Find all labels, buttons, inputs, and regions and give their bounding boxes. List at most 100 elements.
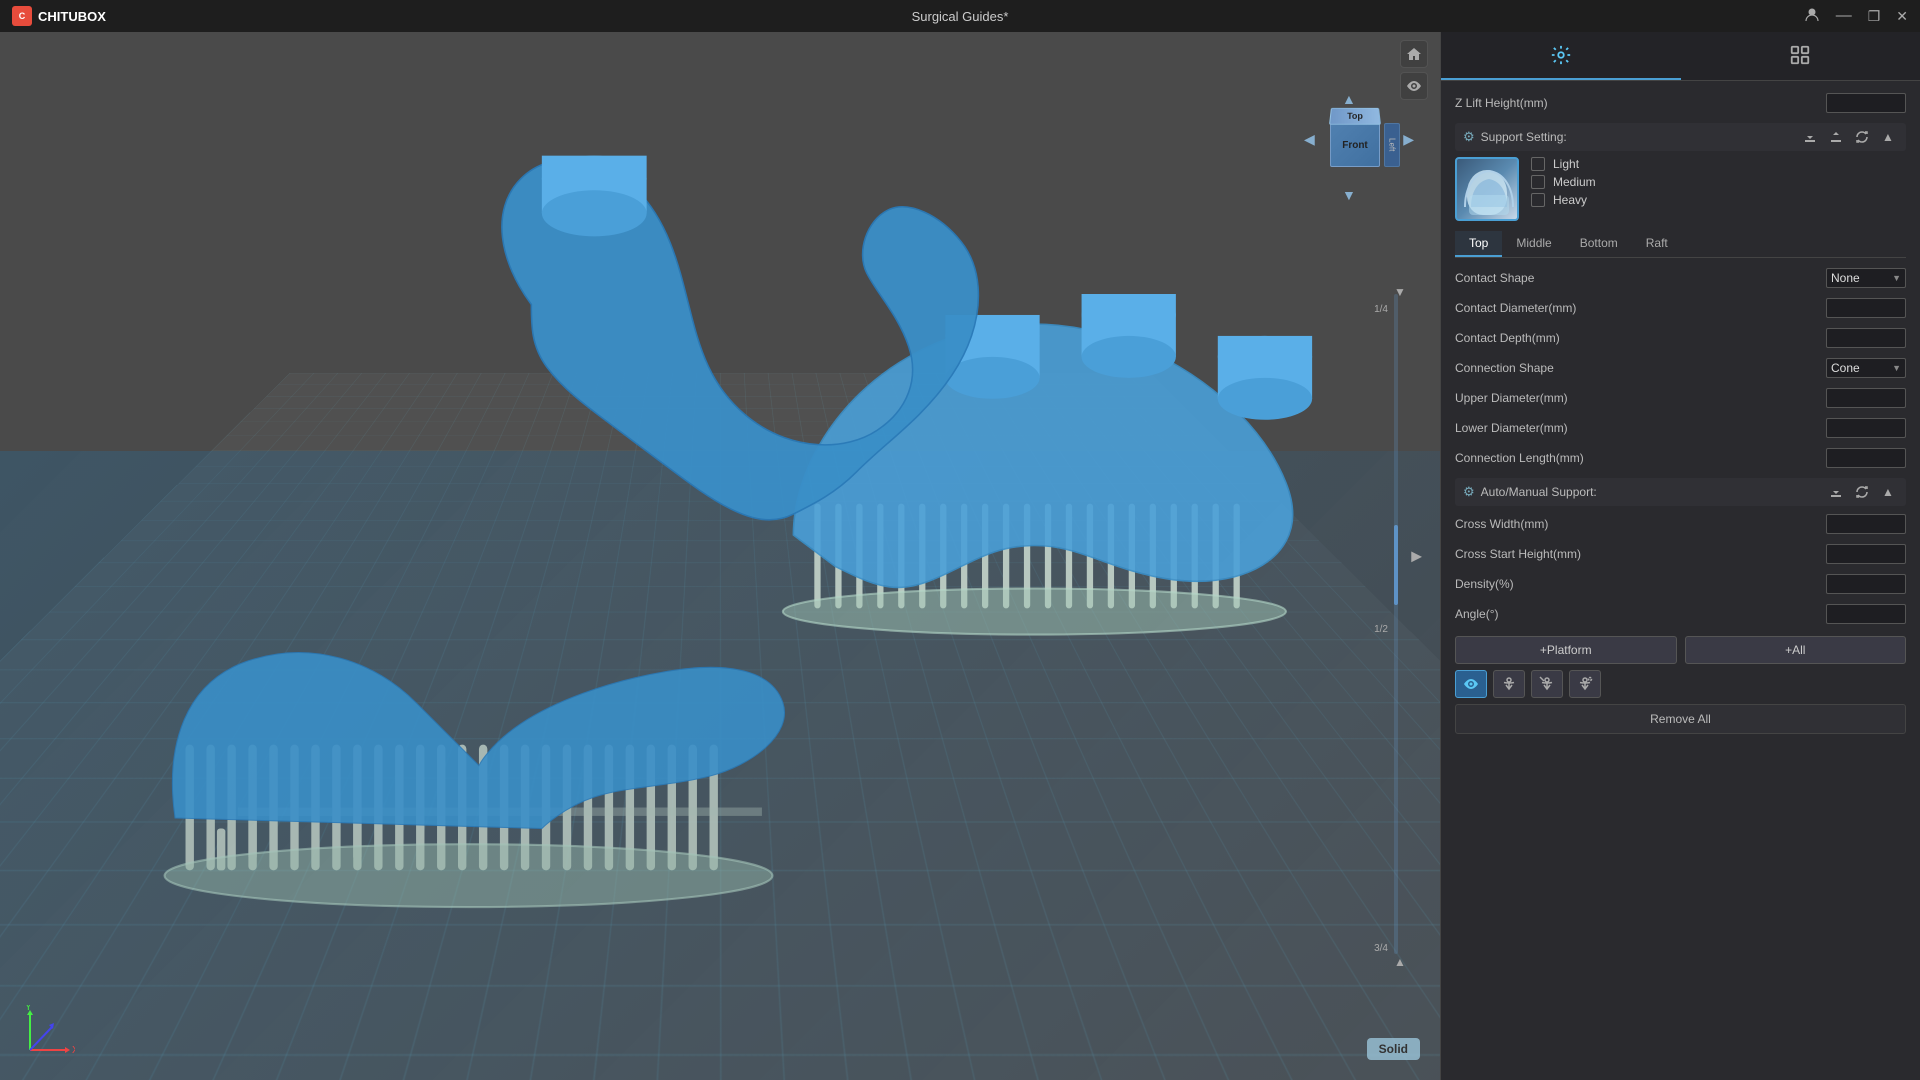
dental-model-svg xyxy=(0,32,1440,1080)
cross-start-height-input-box[interactable]: ▲▼ xyxy=(1826,544,1906,564)
auto-manual-icon: ⚙ xyxy=(1463,484,1475,500)
auto-manual-header[interactable]: ⚙ Auto/Manual Support: xyxy=(1455,478,1906,506)
contact-depth-input-box[interactable]: ▲▼ xyxy=(1826,328,1906,348)
nav-cube-left-label: Left xyxy=(1388,138,1397,151)
cross-start-height-row: Cross Start Height(mm) ▲▼ xyxy=(1455,542,1906,566)
auto-manual-import-btn[interactable] xyxy=(1826,482,1846,502)
vertical-scrollbar[interactable] xyxy=(1392,294,1400,954)
contact-depth-label: Contact Depth(mm) xyxy=(1455,331,1826,345)
view-toggle-btn[interactable] xyxy=(1455,670,1487,698)
angle-input[interactable] xyxy=(1827,605,1920,623)
close-button[interactable]: ✕ xyxy=(1896,8,1908,25)
angle-input-box[interactable]: ▲▼ xyxy=(1826,604,1906,624)
app-logo: C CHITUBOX xyxy=(12,6,106,26)
upper-diameter-label: Upper Diameter(mm) xyxy=(1455,391,1826,405)
connection-length-input-box[interactable]: ▲▼ xyxy=(1826,448,1906,468)
light-preset-row: Light xyxy=(1531,157,1596,171)
contact-shape-value: None xyxy=(1831,271,1860,285)
anchor2-btn[interactable] xyxy=(1531,670,1563,698)
cross-width-input-box[interactable]: ▲▼ xyxy=(1826,514,1906,534)
connection-length-input[interactable] xyxy=(1827,449,1920,467)
lower-diameter-row: Lower Diameter(mm) ▲▼ xyxy=(1455,416,1906,440)
panel-header-tabs xyxy=(1441,32,1920,81)
density-row: Density(%) ▲▼ xyxy=(1455,572,1906,596)
heavy-checkbox[interactable] xyxy=(1531,193,1545,207)
medium-preset-row: Medium xyxy=(1531,175,1596,189)
tab-middle[interactable]: Middle xyxy=(1502,231,1565,257)
support-refresh-btn[interactable] xyxy=(1852,127,1872,147)
scroll-marker-2: 1/2 xyxy=(1374,624,1388,635)
auto-manual-collapse-btn[interactable]: ▲ xyxy=(1878,482,1898,502)
contact-shape-label: Contact Shape xyxy=(1455,271,1826,285)
support-setting-icon: ⚙ xyxy=(1463,129,1475,145)
nav-cube[interactable]: Front Top Left ▲ ▼ ◀ ▶ xyxy=(1310,87,1410,207)
window-title: Surgical Guides* xyxy=(912,9,1009,24)
light-checkbox[interactable] xyxy=(1531,157,1545,171)
all-button[interactable]: +All xyxy=(1685,636,1907,664)
minimize-button[interactable]: — xyxy=(1836,8,1852,24)
nav-cube-arrow-left[interactable]: ◀ xyxy=(1304,131,1315,148)
contact-diameter-input[interactable] xyxy=(1827,299,1920,317)
anchor3-btn[interactable] xyxy=(1569,670,1601,698)
cross-width-input[interactable] xyxy=(1827,515,1920,533)
restore-button[interactable]: ❐ xyxy=(1868,8,1881,25)
connection-shape-label: Connection Shape xyxy=(1455,361,1826,375)
upper-diameter-input[interactable] xyxy=(1827,389,1920,407)
scroll-expand-top[interactable]: ▼ xyxy=(1390,284,1410,300)
user-icon[interactable] xyxy=(1804,7,1820,26)
preset-area: Light Medium Heavy xyxy=(1455,157,1906,221)
secondary-tabs: Top Middle Bottom Raft xyxy=(1455,231,1906,258)
connection-shape-arrow: ▼ xyxy=(1892,363,1901,373)
platform-button[interactable]: +Platform xyxy=(1455,636,1677,664)
preset-thumbnail[interactable] xyxy=(1455,157,1519,221)
support-import-btn[interactable] xyxy=(1800,127,1820,147)
contact-diameter-label: Contact Diameter(mm) xyxy=(1455,301,1826,315)
preset-checkboxes: Light Medium Heavy xyxy=(1531,157,1596,211)
connection-shape-dropdown[interactable]: Cone ▼ xyxy=(1826,358,1906,378)
support-collapse-btn[interactable]: ▲ xyxy=(1878,127,1898,147)
nav-cube-front-label: Front xyxy=(1342,140,1368,151)
contact-shape-dropdown[interactable]: None ▼ xyxy=(1826,268,1906,288)
scroll-markers: 1/4 1/2 3/4 xyxy=(1374,304,1388,954)
medium-checkbox[interactable] xyxy=(1531,175,1545,189)
viewport[interactable]: Front Top Left ▲ ▼ ◀ ▶ Solid xyxy=(0,32,1440,1080)
lower-diameter-input-box[interactable]: ▲▼ xyxy=(1826,418,1906,438)
side-expand-button[interactable]: ▶ xyxy=(1411,548,1422,565)
auto-manual-refresh-btn[interactable] xyxy=(1852,482,1872,502)
heavy-preset-row: Heavy xyxy=(1531,193,1596,207)
app-name: CHITUBOX xyxy=(38,9,106,24)
nav-cube-arrow-down[interactable]: ▼ xyxy=(1342,187,1356,203)
remove-all-button[interactable]: Remove All xyxy=(1455,704,1906,734)
cross-start-height-input[interactable] xyxy=(1827,545,1920,563)
right-panel: Z Lift Height(mm) ▲ ▼ ⚙ Support Setting: xyxy=(1440,32,1920,1080)
axes-indicator: X Y xyxy=(20,1005,75,1060)
z-lift-input[interactable] xyxy=(1827,94,1920,112)
tab-bottom[interactable]: Bottom xyxy=(1566,231,1632,257)
upper-diameter-input-box[interactable]: ▲▼ xyxy=(1826,388,1906,408)
z-lift-label: Z Lift Height(mm) xyxy=(1455,96,1826,110)
anchor1-btn[interactable] xyxy=(1493,670,1525,698)
support-export-btn[interactable] xyxy=(1826,127,1846,147)
nav-cube-arrow-right[interactable]: ▶ xyxy=(1403,131,1414,148)
tab-settings[interactable] xyxy=(1441,32,1681,80)
z-lift-input-box[interactable]: ▲ ▼ xyxy=(1826,93,1906,113)
scroll-expand-bottom[interactable]: ▲ xyxy=(1390,954,1410,970)
action-buttons: +Platform +All xyxy=(1455,636,1906,664)
home-button[interactable] xyxy=(1400,40,1428,68)
cross-start-height-label: Cross Start Height(mm) xyxy=(1455,547,1826,561)
density-input[interactable] xyxy=(1827,575,1920,593)
lower-diameter-input[interactable] xyxy=(1827,419,1920,437)
solid-view-button[interactable]: Solid xyxy=(1367,1038,1420,1060)
light-label: Light xyxy=(1553,157,1579,171)
nav-cube-arrow-up[interactable]: ▲ xyxy=(1342,91,1356,107)
contact-shape-row: Contact Shape None ▼ xyxy=(1455,266,1906,290)
tab-models[interactable] xyxy=(1681,32,1920,80)
contact-diameter-input-box[interactable]: ▲▼ xyxy=(1826,298,1906,318)
contact-depth-input[interactable] xyxy=(1827,329,1920,347)
tab-raft[interactable]: Raft xyxy=(1632,231,1682,257)
angle-row: Angle(°) ▲▼ xyxy=(1455,602,1906,626)
tab-top[interactable]: Top xyxy=(1455,231,1502,257)
support-setting-header[interactable]: ⚙ Support Setting: xyxy=(1455,123,1906,151)
main-layout: Front Top Left ▲ ▼ ◀ ▶ Solid xyxy=(0,32,1920,1080)
density-input-box[interactable]: ▲▼ xyxy=(1826,574,1906,594)
